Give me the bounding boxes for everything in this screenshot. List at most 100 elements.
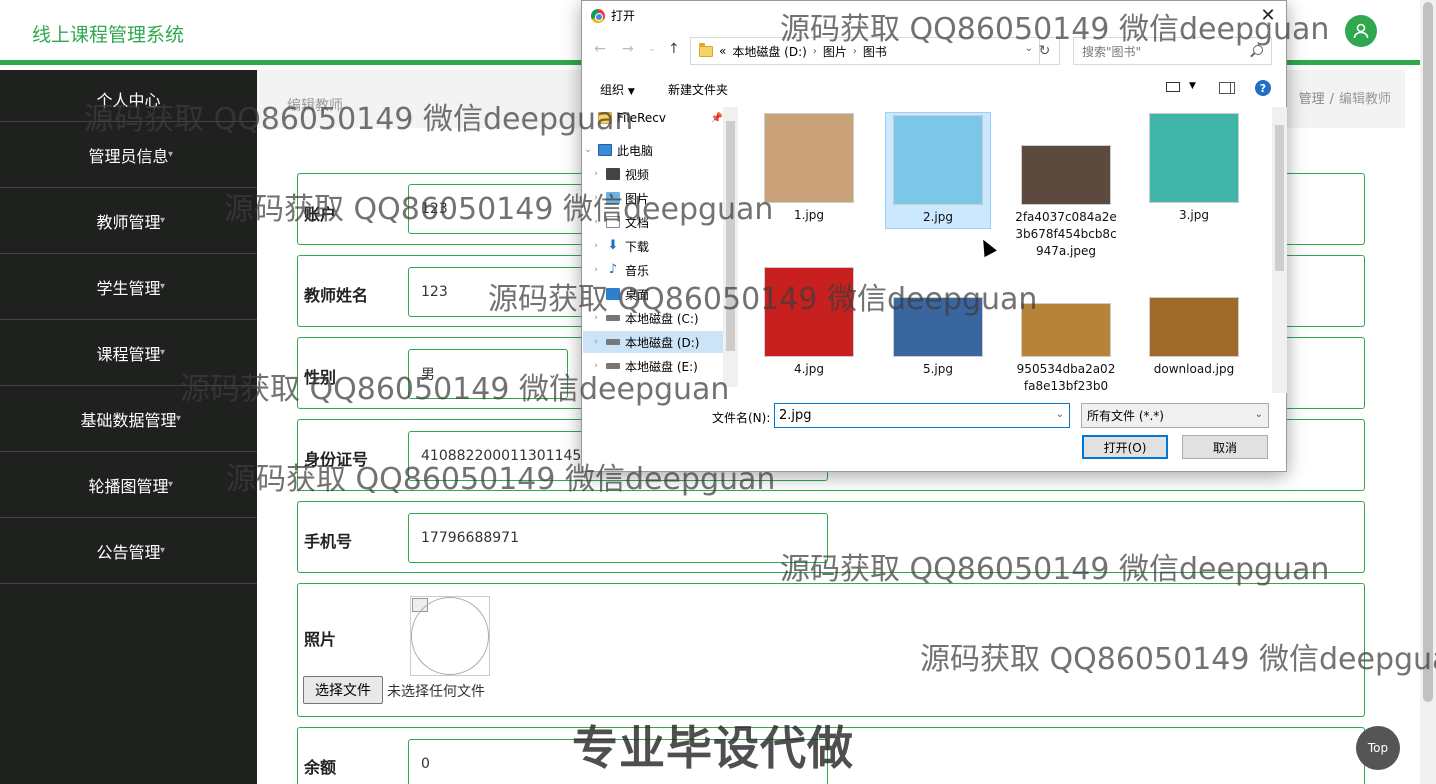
tree-item-drive-e[interactable]: › 本地磁盘 (E:) (583, 355, 723, 377)
choose-file-button[interactable]: 选择文件 (303, 676, 383, 704)
chevron-right-icon[interactable]: › (591, 289, 601, 299)
form-row-photo: 照片 选择文件 未选择任何文件 (297, 583, 1365, 717)
tree-item-videos[interactable]: › 视频 (583, 163, 723, 185)
sidebar-item-admin[interactable]: 管理员信息 ▾ (0, 122, 257, 188)
tree-item-drive-c[interactable]: › 本地磁盘 (C:) (583, 307, 723, 329)
file-item[interactable]: 4.jpg (756, 267, 862, 378)
file-thumbnail (893, 115, 983, 205)
address-segment[interactable]: 本地磁盘 (D:) (732, 43, 806, 60)
search-icon (1253, 45, 1263, 55)
file-item[interactable]: 1.jpg (756, 113, 862, 224)
tree-scrollbar[interactable] (723, 107, 738, 387)
sidebar-item-courses[interactable]: 课程管理 ▾ (0, 320, 257, 386)
drive-icon (606, 315, 620, 321)
chevron-down-icon: ▾ (176, 413, 182, 424)
file-item[interactable]: 3.jpg (1141, 113, 1247, 224)
chevron-down-icon[interactable]: ⌄ (583, 145, 593, 155)
file-grid: 1.jpg 2.jpg 2fa4037c084a2e3b678f454bcb8c… (742, 107, 1272, 393)
file-item-selected[interactable]: 2.jpg (885, 112, 991, 229)
chevron-right-icon[interactable]: › (591, 217, 601, 227)
recent-dropdown-icon[interactable]: ⌄ (648, 44, 656, 54)
file-thumbnail (764, 113, 854, 203)
grid-scrollbar[interactable] (1272, 107, 1287, 393)
scrollbar-thumb[interactable] (726, 121, 735, 351)
tree-item-drive-d[interactable]: › 本地磁盘 (D:) (583, 331, 723, 353)
tree-item-this-pc[interactable]: ⌄ 此电脑 (583, 139, 723, 161)
chevron-down-icon: ▾ (160, 281, 166, 292)
file-item[interactable]: 950534dba2a02fa8e13bf23b0 (1013, 303, 1119, 393)
refresh-icon[interactable]: ↻ (1030, 37, 1060, 65)
tree-item-desktop[interactable]: › 桌面 (583, 283, 723, 305)
sidebar-item-teachers[interactable]: 教师管理 ▾ (0, 188, 257, 254)
file-thumbnail (1149, 113, 1239, 203)
file-item[interactable]: 5.jpg (885, 297, 991, 378)
drive-icon (606, 339, 620, 345)
forward-arrow-icon[interactable]: → (622, 41, 634, 57)
chevron-right-icon[interactable]: › (591, 361, 601, 371)
cancel-button[interactable]: 取消 (1182, 435, 1268, 459)
up-arrow-icon[interactable]: ↑ (668, 41, 680, 57)
file-item[interactable]: 2fa4037c084a2e3b678f454bcb8c947a.jpeg (1013, 145, 1119, 260)
chevron-down-icon[interactable]: ⌄ (1056, 409, 1064, 420)
drive-icon (606, 363, 620, 369)
chevron-right-icon[interactable]: › (591, 241, 601, 251)
chevron-down-icon: ⌄ (1254, 409, 1263, 420)
chevron-right-icon[interactable]: › (591, 265, 601, 275)
sidebar-item-profile[interactable]: 个人中心 (0, 70, 257, 122)
address-segment[interactable]: 图书 (863, 43, 887, 60)
tree-item-music[interactable]: › ♪ 音乐 (583, 259, 723, 281)
chevron-right-icon[interactable]: › (591, 193, 601, 203)
chevron-right-icon[interactable]: › (591, 337, 601, 347)
search-input[interactable]: 搜索"图书" (1073, 37, 1272, 65)
breadcrumb-trail: 管理 / 编辑教师 (1299, 88, 1391, 107)
phone-input[interactable]: 17796688971 (408, 513, 828, 563)
video-icon (606, 168, 620, 180)
organize-label: 组织 (600, 83, 625, 97)
app-title: 线上课程管理系统 (32, 24, 185, 46)
organize-button[interactable]: 组织 ▼ (600, 81, 635, 98)
chevron-down-icon: ▾ (160, 215, 166, 226)
chevron-right-icon[interactable]: › (591, 313, 601, 323)
tree-item-pictures[interactable]: › 图片 (583, 187, 723, 209)
user-avatar[interactable] (1345, 15, 1377, 47)
file-thumbnail (1021, 145, 1111, 205)
open-button[interactable]: 打开(O) (1082, 435, 1168, 459)
filename-input[interactable]: 2.jpg ⌄ (774, 403, 1070, 428)
sidebar-item-label: 基础数据管理 (80, 410, 177, 430)
tree-item-label: FileRecv (617, 111, 666, 125)
filetype-select[interactable]: 所有文件 (*.*) ⌄ (1081, 403, 1269, 428)
preview-pane-icon[interactable] (1219, 82, 1235, 94)
view-mode-icon[interactable] (1166, 82, 1180, 92)
open-file-dialog: 打开 ✕ ← → ⌄ ↑ « 本地磁盘 (D:) › 图片 › 图书 ⌄ ↻ 搜… (581, 0, 1287, 472)
back-to-top-button[interactable]: Top (1356, 726, 1400, 770)
sidebar-item-basedata[interactable]: 基础数据管理 ▾ (0, 386, 257, 452)
breadcrumb-parent[interactable]: 管理 (1299, 92, 1325, 107)
page-scrollbar[interactable] (1420, 0, 1436, 784)
tree-item-documents[interactable]: › 文档 (583, 211, 723, 233)
field-label: 教师姓名 (304, 286, 369, 305)
help-icon[interactable]: ? (1255, 80, 1271, 96)
sidebar-item-students[interactable]: 学生管理 ▾ (0, 254, 257, 320)
gender-select[interactable]: 男 ⌄ (408, 349, 568, 399)
chevron-down-icon[interactable]: ▼ (1189, 81, 1196, 91)
scrollbar-thumb[interactable] (1423, 2, 1433, 702)
sidebar-item-label: 轮播图管理 (88, 476, 169, 496)
scrollbar-thumb[interactable] (1275, 125, 1284, 271)
sidebar-item-carousel[interactable]: 轮播图管理 ▾ (0, 452, 257, 518)
tree-item-label: 视频 (625, 167, 650, 182)
chevron-right-icon[interactable]: › (591, 169, 601, 179)
sidebar-item-notices[interactable]: 公告管理 ▾ (0, 518, 257, 584)
picture-icon (606, 192, 620, 204)
file-item[interactable]: download.jpg (1141, 297, 1247, 378)
balance-input[interactable]: 0 (408, 739, 828, 784)
new-folder-button[interactable]: 新建文件夹 (668, 81, 728, 98)
close-icon[interactable]: ✕ (1256, 3, 1280, 27)
chevron-down-icon: ▾ (160, 545, 166, 556)
user-icon (1353, 23, 1369, 39)
back-arrow-icon[interactable]: ← (594, 41, 606, 57)
tree-item-filerecv[interactable]: FileRecv 📌 (583, 107, 723, 129)
address-bar[interactable]: « 本地磁盘 (D:) › 图片 › 图书 ⌄ (690, 37, 1040, 65)
address-overflow[interactable]: « (719, 44, 726, 58)
tree-item-downloads[interactable]: › ⬇ 下载 (583, 235, 723, 257)
address-segment[interactable]: 图片 (823, 43, 847, 60)
